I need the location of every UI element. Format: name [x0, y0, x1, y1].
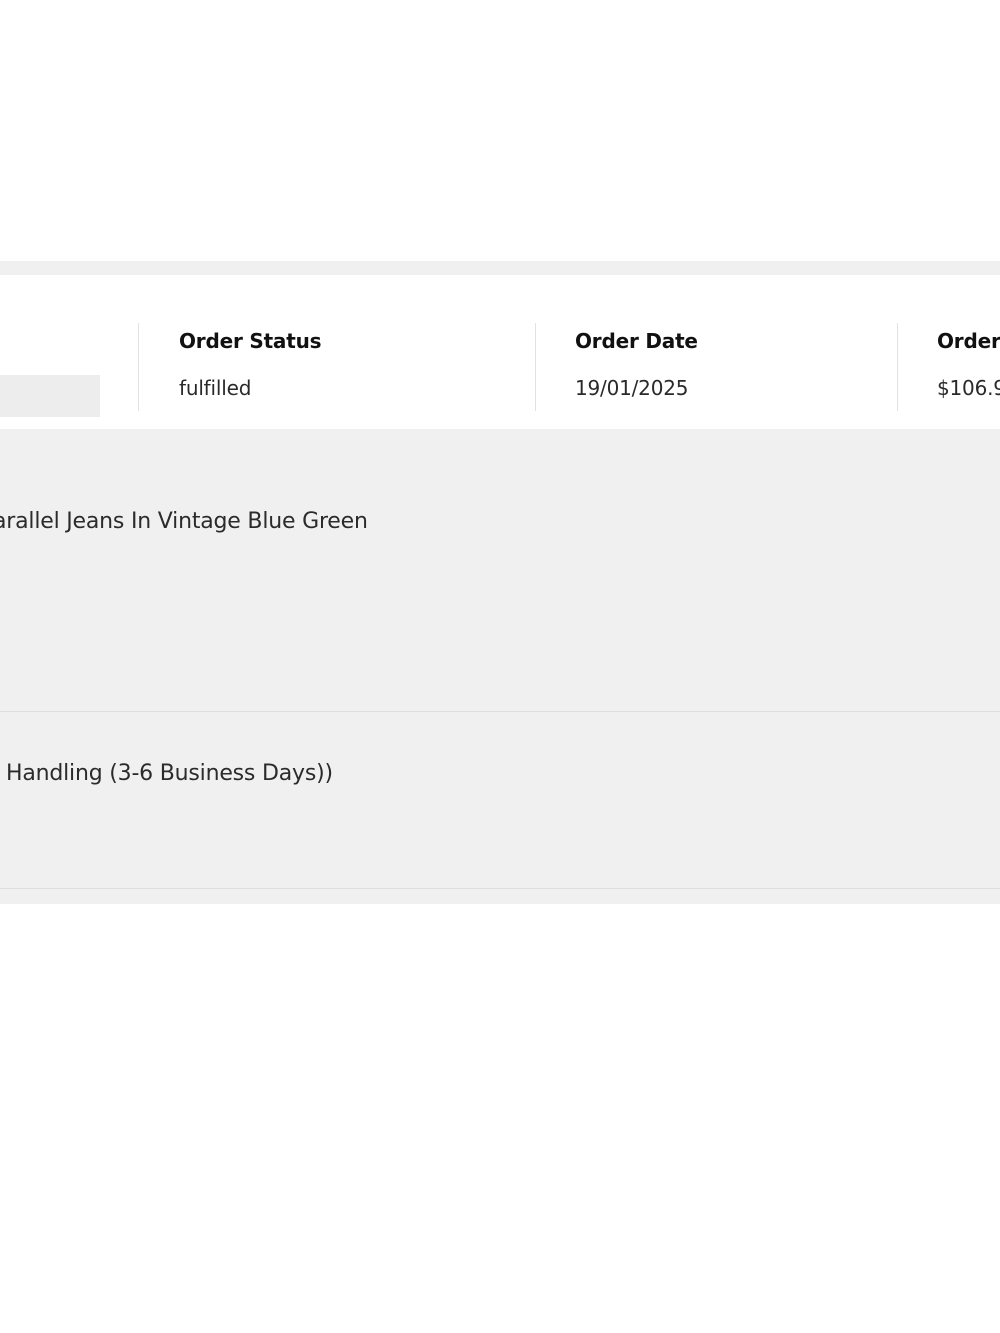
order-date-value: 19/01/2025: [575, 376, 689, 400]
column-divider: [138, 323, 139, 411]
column-divider: [897, 323, 898, 411]
order-status-label: Order Status: [179, 329, 322, 353]
order-total-label: Order: [937, 329, 1000, 353]
order-total-value: $106.9: [937, 376, 1000, 400]
redacted-order-number: [0, 375, 100, 417]
column-divider: [535, 323, 536, 411]
product-line-item: arallel Jeans In Vintage Blue Green: [0, 429, 1000, 712]
order-status-value: fulfilled: [179, 376, 252, 400]
shipping-method-title: : Handling (3-6 Business Days)): [0, 761, 333, 786]
order-details-panel: Order Status fulfilled Order Date 19/01/…: [0, 261, 1000, 904]
shipping-line-item: : Handling (3-6 Business Days)): [0, 712, 1000, 889]
order-date-label: Order Date: [575, 329, 698, 353]
product-title: arallel Jeans In Vintage Blue Green: [0, 509, 368, 534]
order-summary-bar: Order Status fulfilled Order Date 19/01/…: [0, 275, 1000, 429]
